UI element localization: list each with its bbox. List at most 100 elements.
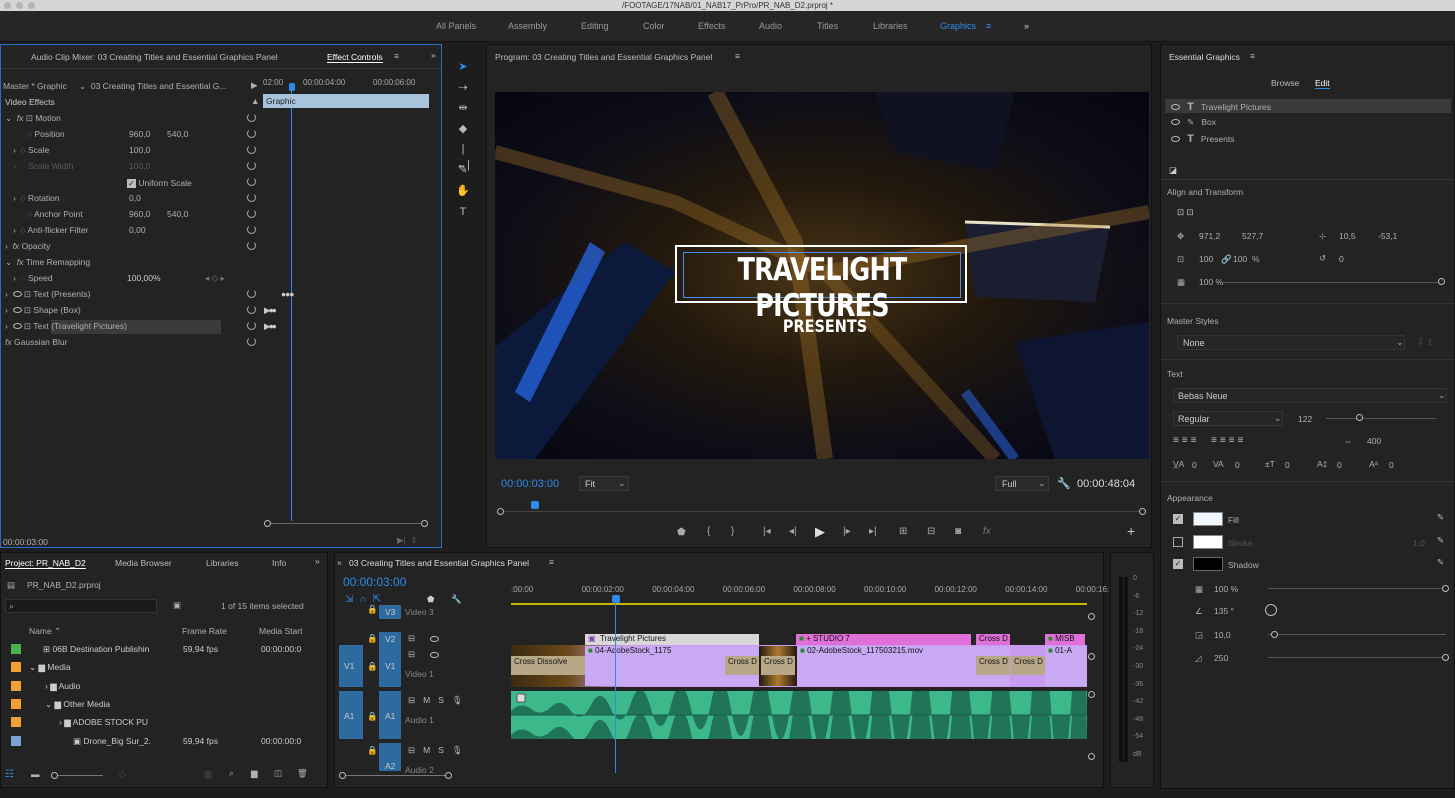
timeline-menu-icon[interactable]: ≡ [549,557,554,567]
timeline-zoom-scrollbar[interactable] [343,775,447,776]
caps-value[interactable]: 0 [1389,460,1394,470]
shadow-size-value[interactable]: 250 [1214,653,1228,663]
project-list-item[interactable]: › ▆ Audio [3,678,325,694]
ec-zoom-right-handle[interactable] [421,520,428,527]
eg-scale-h[interactable]: 100 [1233,254,1247,264]
thumbnail-size-knob[interactable] [51,772,58,779]
font-dropdown[interactable]: Bebas Neue ⌄ [1173,388,1447,403]
anchor-x-value[interactable]: 960,0 [129,209,150,219]
antiflicker-value[interactable]: 0,00 [129,225,146,235]
workspace-audio[interactable]: Audio [759,21,782,31]
v-scroll-a-knob[interactable] [1088,691,1095,698]
sequence-clip-dropdown[interactable]: ⌄ 03 Creating Titles and Essential G... [79,81,226,92]
ec-filter-icons[interactable]: ▶| ⇪ [397,535,418,546]
tab-project[interactable]: Project: PR_NAB_D2 [5,558,86,569]
eg-menu-icon[interactable]: ≡ [1250,51,1255,61]
clip-01-a[interactable]: ■ 01-A [1045,646,1087,686]
program-playhead[interactable] [531,501,539,509]
anchor-y-value[interactable]: 540,0 [167,209,188,219]
lift-icon[interactable]: ⊞ [899,526,907,537]
layer-box[interactable]: ✎ Box [1171,117,1216,128]
razor-tool-icon[interactable]: ◆ [455,121,471,137]
workspace-color[interactable]: Color [643,21,665,31]
label-color-swatch[interactable] [11,644,21,654]
column-name[interactable]: Name ⌃ [29,626,61,637]
project-search-input[interactable]: ⌕ [5,599,157,613]
reset-motion-icon[interactable] [247,113,256,122]
new-bin-icon[interactable]: ▆ [251,768,258,779]
sort-icon[interactable]: ◇ [119,769,126,780]
reset-scale-icon[interactable] [247,145,256,154]
time-remapping-row[interactable]: ⌄ fx Time Remapping [5,257,90,268]
column-media-start[interactable]: Media Start [259,626,302,636]
shadow-angle-dial[interactable] [1265,604,1277,616]
go-to-out-icon[interactable]: ▸| [869,526,877,537]
type-tool-icon[interactable]: T [455,204,471,220]
eg-anchor-x[interactable]: 10,5 [1339,231,1356,241]
program-zoom-left[interactable] [497,508,504,515]
mark-out-icon[interactable]: } [731,526,734,537]
font-size-knob[interactable] [1356,414,1363,421]
v1-eye-icon[interactable] [430,650,439,660]
uniform-scale-checkbox[interactable]: ✓ Uniform Scale [127,178,192,188]
label-color-swatch[interactable] [11,717,21,728]
clip-travelight-graphic[interactable]: ▣ Travelight Pictures [585,634,759,645]
ripple-edit-tool-icon[interactable]: ⇹ [455,100,471,116]
tab-audio-clip-mixer[interactable]: Audio Clip Mixer: 03 Creating Titles and… [31,52,278,62]
reset-opacity-icon[interactable] [247,241,256,250]
ec-timecode[interactable]: 00:00:03:00 [3,537,48,547]
font-style-dropdown[interactable]: Regular ⌄ [1173,411,1283,426]
rotation-value[interactable]: 0,0 [129,193,141,203]
work-area-bar[interactable] [511,603,1087,605]
workspace-titles[interactable]: Titles [817,21,838,31]
project-list-item[interactable]: ⌄ ▆ Media [3,659,325,675]
clip-misb-graphic[interactable]: ■ MISB [1045,634,1085,645]
opacity-row[interactable]: › fx Opacity [5,241,50,251]
position-x-value[interactable]: 960,0 [129,129,150,139]
eg-scale-w[interactable]: 100 [1199,254,1213,264]
baseline-value[interactable]: 0 [1285,460,1290,470]
project-more-icon[interactable]: » [315,556,320,566]
stroke-eyedropper-icon[interactable]: ✎ [1437,535,1444,546]
timeline-playhead[interactable] [612,595,620,603]
shadow-opacity-knob[interactable] [1442,585,1449,592]
slip-tool-icon[interactable]: |↔| [455,141,471,171]
reset-position-icon[interactable] [247,129,256,138]
list-view-icon[interactable]: ☷ [5,769,14,780]
reset-text-travelight-icon[interactable] [247,321,256,330]
zoom-fit-dropdown[interactable]: Fit ⌄ [579,476,629,491]
tab-effect-controls[interactable]: Effect Controls [327,52,383,63]
timeline-zoom-right[interactable] [445,772,452,779]
gaussian-blur-row[interactable]: fx Gaussian Blur [5,337,67,347]
label-color-swatch[interactable] [11,680,21,691]
fill-checkbox[interactable]: ✓ [1173,514,1183,524]
shadow-size-slider[interactable] [1268,657,1446,658]
video-title-text[interactable]: TRAVELIGHT PICTURES [710,252,935,324]
kerning-value[interactable]: 0 [1192,460,1197,470]
v3-lock-icon[interactable]: 🔒 [367,604,378,615]
stroke-swatch[interactable] [1193,535,1223,549]
shadow-opacity-slider[interactable] [1268,588,1446,589]
layer-presents[interactable]: T Presents [1171,133,1234,145]
fill-eyedropper-icon[interactable]: ✎ [1437,512,1444,523]
expand-panels-icon[interactable]: » [431,50,436,60]
a2-mute-solo-icons[interactable]: ⊟MS🎙 [408,745,471,756]
program-zoom-right[interactable] [1139,508,1146,515]
mark-in-icon[interactable]: { [707,526,710,537]
play-only-audio-icon[interactable]: ▶ [251,80,258,91]
track-select-tool-icon[interactable]: ⇢ [455,80,471,96]
tab-libraries[interactable]: Libraries [206,558,239,568]
scale-value[interactable]: 100,0 [129,145,150,155]
new-search-bin-icon[interactable]: ▣ [173,600,181,611]
timeline-settings-icon[interactable]: 🔧 [451,594,462,605]
clear-icon[interactable]: 🗑 [297,768,308,779]
collapse-icon[interactable]: ▲ [251,96,259,106]
project-list-item[interactable]: › ▆ ADOBE STOCK PU [3,714,325,730]
shadow-size-knob[interactable] [1442,654,1449,661]
v2-sync-icon[interactable]: ⊟ [408,633,415,644]
eg-opacity-slider[interactable] [1223,282,1443,283]
new-layer-icon[interactable]: ◪ [1169,165,1177,176]
step-forward-icon[interactable]: |▸ [843,526,851,537]
stroke-checkbox[interactable] [1173,537,1183,547]
scale-lock-icon[interactable]: 🔗 [1221,254,1232,265]
